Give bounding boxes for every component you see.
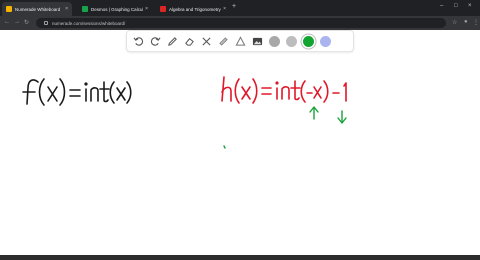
tab-title: Algebra and Trigonometry by Ro [169, 6, 221, 12]
right-expression-ink [221, 76, 347, 104]
tab-title: Numerade Whiteboard [15, 6, 61, 12]
shape-button[interactable] [235, 35, 246, 47]
minimize-icon[interactable]: – [440, 3, 443, 9]
browser-address-bar: ← → ↻ numerade.com/sessions/whiteboard/ … [0, 16, 480, 30]
green-annotations [223, 106, 347, 149]
pen-button[interactable] [167, 36, 178, 47]
new-tab-icon[interactable]: + [232, 3, 236, 10]
back-icon[interactable]: ← [4, 19, 10, 25]
menu-kebab-icon[interactable]: ⋮ [473, 19, 479, 26]
shape-icon [235, 35, 246, 46]
desmos-favicon-icon [82, 6, 88, 12]
tab-title: Desmos | Graphing Calculator [91, 6, 143, 12]
forward-icon[interactable]: → [14, 19, 20, 25]
browser-tab-bar: Numerade Whiteboard × Desmos | Graphing … [0, 0, 480, 16]
bottom-edge [0, 255, 480, 260]
image-icon [252, 37, 263, 45]
url-text: numerade.com/sessions/whiteboard/ [52, 20, 126, 26]
numerade-favicon-icon [6, 6, 12, 12]
eraser-button[interactable] [184, 36, 195, 47]
color-swatch-gray-light[interactable] [286, 35, 297, 47]
whiteboard-toolbar [126, 30, 354, 52]
tab-numerade-whiteboard[interactable]: Numerade Whiteboard × [2, 2, 72, 16]
whiteboard-canvas[interactable] [0, 30, 480, 255]
window-close-icon[interactable]: × [468, 3, 472, 9]
undo-icon [133, 36, 144, 46]
highlighter-icon [219, 36, 228, 46]
tools-icon [202, 36, 211, 46]
profile-avatar-icon[interactable]: ● [464, 19, 468, 25]
highlighter-button[interactable] [218, 36, 229, 47]
pen-icon [168, 36, 177, 46]
image-button[interactable] [252, 36, 263, 47]
color-swatch-lavender[interactable] [320, 35, 331, 47]
tools-button[interactable] [201, 36, 212, 47]
redo-icon [150, 36, 161, 46]
tab-close-icon[interactable]: × [145, 6, 148, 12]
color-swatch-green[interactable] [303, 35, 314, 47]
left-expression-ink [22, 78, 132, 106]
whiteboard-page [0, 30, 480, 255]
book-favicon-icon [160, 6, 166, 12]
eraser-icon [185, 37, 194, 46]
star-icon[interactable]: ☆ [452, 19, 457, 26]
url-field[interactable]: numerade.com/sessions/whiteboard/ [36, 18, 446, 28]
lock-icon [44, 21, 48, 25]
color-swatch-gray[interactable] [269, 35, 280, 47]
handwriting-layer [22, 76, 347, 149]
tab-close-icon[interactable]: × [65, 6, 68, 12]
tab-close-icon[interactable]: × [223, 6, 226, 12]
maximize-icon[interactable]: □ [454, 3, 458, 9]
undo-button[interactable] [133, 36, 144, 47]
reload-icon[interactable]: ↻ [24, 19, 29, 26]
redo-button[interactable] [150, 36, 161, 47]
tab-algebra-trigonometry[interactable]: Algebra and Trigonometry by Ro × [156, 2, 230, 16]
tab-desmos[interactable]: Desmos | Graphing Calculator × [78, 2, 152, 16]
